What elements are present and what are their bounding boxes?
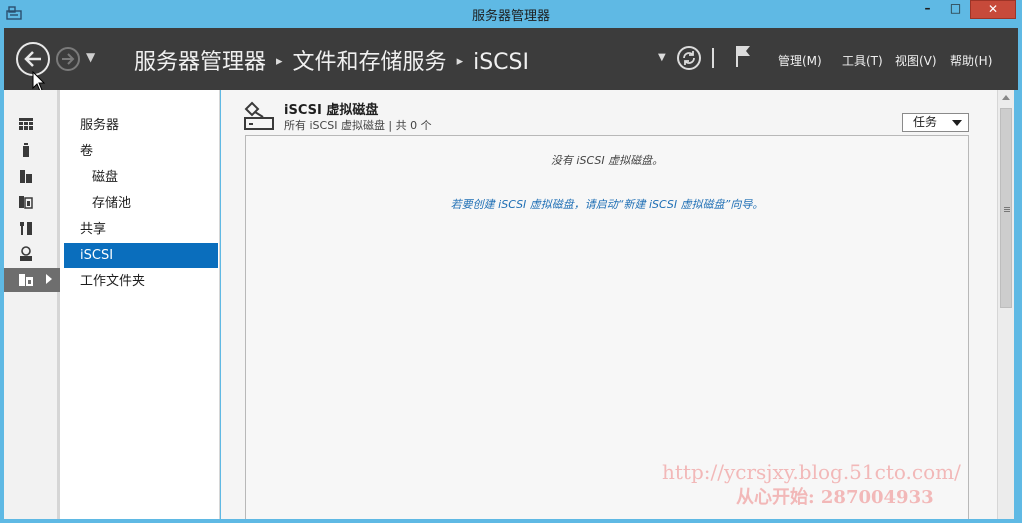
breadcrumb: 服务器管理器 ▸ 文件和存储服务 ▸ iSCSI (134, 44, 529, 76)
close-button[interactable]: ✕ (970, 0, 1016, 19)
iscsi-disk-icon (244, 101, 274, 130)
expand-arrow-icon (46, 274, 52, 284)
breadcrumb-separator: ▸ (456, 54, 464, 69)
file-storage-icon (19, 274, 33, 286)
empty-list-message: 没有 iSCSI 虚拟磁盘。 (550, 154, 664, 167)
menu-tools[interactable]: 工具(T) (842, 52, 883, 69)
tile-subtitle: 所有 iSCSI 虚拟磁盘 | 共 0 个 (284, 119, 432, 132)
chevron-down-icon (952, 120, 962, 126)
breadcrumb-item-file-storage[interactable]: 文件和存储服务 (293, 50, 447, 75)
scrollbar-thumb[interactable] (1000, 108, 1012, 308)
rail-item-file-storage[interactable] (4, 268, 60, 292)
rail-item-local-server[interactable] (4, 138, 60, 162)
minimize-icon: – (924, 1, 931, 15)
header-bar: ▼ 服务器管理器 ▸ 文件和存储服务 ▸ iSCSI ▼ 管理(M) 工具(T) 视图(… (4, 28, 1018, 90)
icon-rail (4, 90, 60, 519)
minimize-button[interactable]: – (914, 0, 941, 19)
subnav-item-storage-pools[interactable]: 存储池 (64, 191, 218, 216)
header-divider (712, 48, 714, 68)
forward-arrow-icon (62, 53, 75, 65)
grip-icon (1004, 207, 1010, 208)
title-bar: 服务器管理器 – □ ✕ (0, 0, 1022, 28)
ad-cs-icon (19, 196, 33, 209)
new-iscsi-wizard-link[interactable]: 若要创建 iSCSI 虚拟磁盘，请启动“新建 iSCSI 虚拟磁盘”向导。 (246, 196, 968, 212)
rail-item-ad-cs[interactable] (4, 190, 60, 214)
tile-title: iSCSI 虚拟磁盘 (284, 103, 379, 118)
scroll-up-icon[interactable] (1002, 95, 1010, 100)
menu-manage[interactable]: 管理(M) (778, 52, 822, 69)
tools-icon (20, 222, 32, 235)
rail-item-dashboard[interactable] (4, 112, 60, 136)
dashboard-icon (19, 118, 33, 130)
subnav-item-iscsi[interactable]: iSCSI (64, 243, 218, 268)
refresh-dropdown-icon[interactable]: ▼ (658, 52, 666, 63)
subnav-item-work-folders[interactable]: 工作文件夹 (64, 269, 218, 294)
breadcrumb-item-iscsi: iSCSI (473, 50, 529, 75)
watermark-signature: 从心开始: 287004933 (736, 487, 934, 508)
vertical-scrollbar[interactable] (997, 90, 1014, 519)
iis-icon (20, 246, 32, 261)
back-arrow-icon (24, 51, 41, 67)
maximize-icon: □ (949, 1, 962, 15)
refresh-icon[interactable] (677, 46, 701, 70)
rail-item-tools[interactable] (4, 216, 60, 240)
maximize-button[interactable]: □ (942, 0, 969, 19)
subnav-item-volumes[interactable]: 卷 (64, 139, 218, 164)
breadcrumb-separator: ▸ (276, 54, 283, 69)
all-servers-icon (20, 170, 32, 183)
main-content: iSCSI 虚拟磁盘 所有 iSCSI 虚拟磁盘 | 共 0 个 任务 没有 i… (221, 90, 997, 519)
local-server-icon (23, 143, 29, 157)
close-icon: ✕ (987, 2, 999, 16)
menu-help[interactable]: 帮助(H) (950, 52, 992, 69)
forward-button[interactable] (56, 47, 80, 71)
tasks-dropdown-button[interactable]: 任务 (902, 113, 969, 132)
rail-item-iis[interactable] (4, 242, 60, 266)
tasks-label: 任务 (913, 115, 938, 129)
subnav-panel: 服务器 卷 磁盘 存储池 共享 iSCSI 工作文件夹 (60, 90, 220, 519)
refresh-arrows-icon (683, 51, 695, 65)
breadcrumb-item-server-manager[interactable]: 服务器管理器 (134, 50, 266, 75)
history-dropdown-icon[interactable]: ▼ (86, 50, 95, 64)
notifications-flag-icon[interactable] (734, 44, 752, 68)
subnav-item-disks[interactable]: 磁盘 (64, 165, 218, 190)
menu-view[interactable]: 视图(V) (895, 52, 937, 69)
rail-item-all-servers[interactable] (4, 164, 60, 188)
subnav-item-servers[interactable]: 服务器 (64, 113, 218, 138)
window-title: 服务器管理器 (471, 9, 550, 24)
watermark-url: http://ycrsjxy.blog.51cto.com/ (662, 460, 961, 484)
subnav-item-shares[interactable]: 共享 (64, 217, 218, 242)
